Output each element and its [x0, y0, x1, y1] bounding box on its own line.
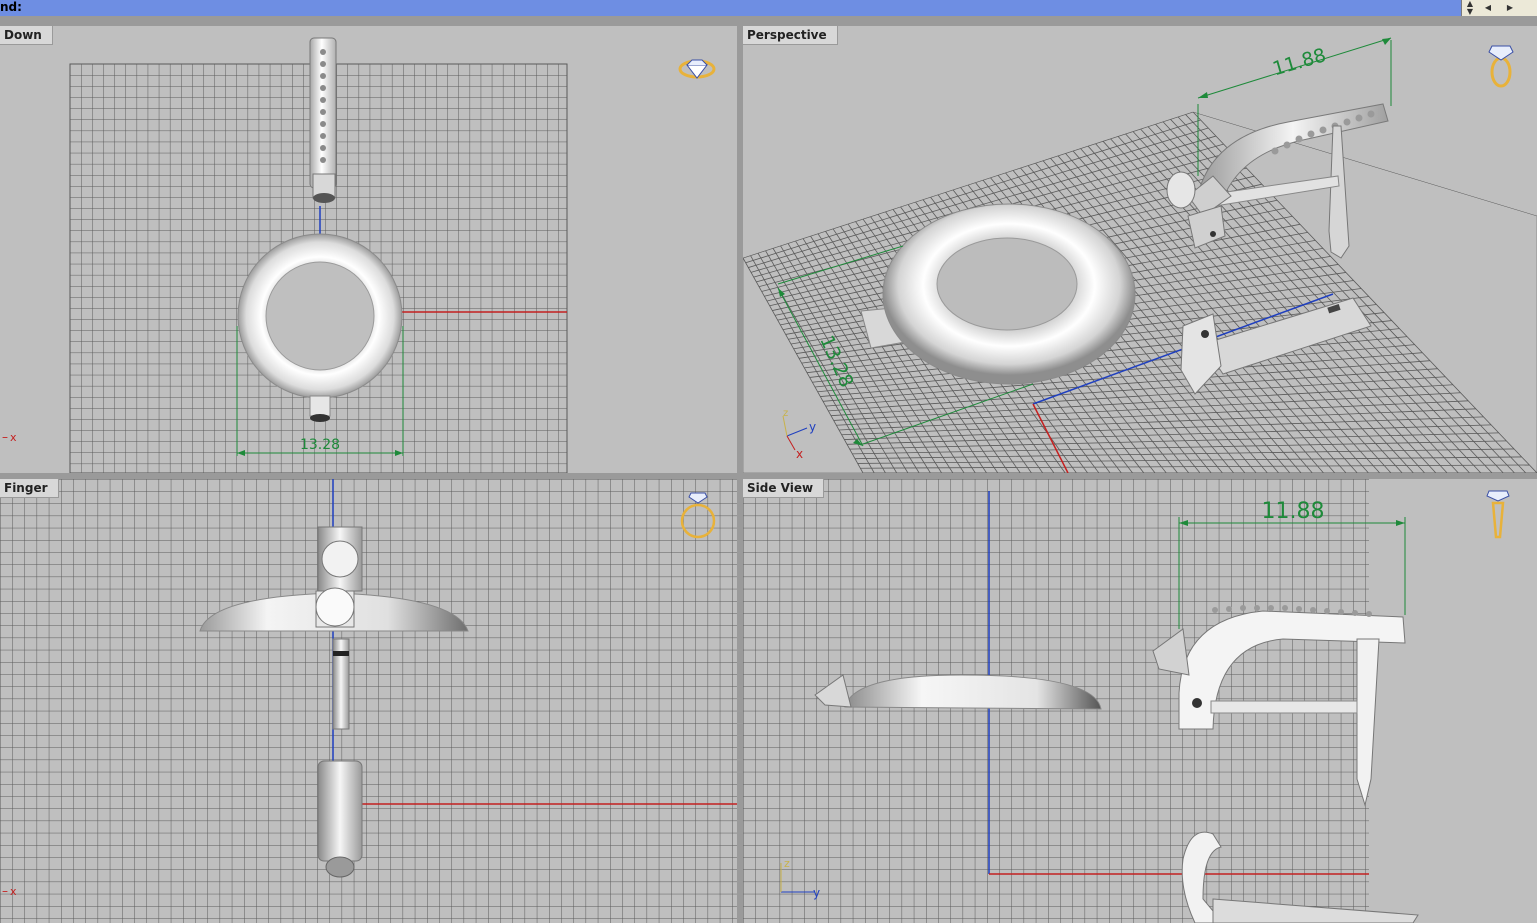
viewport-perspective-canvas[interactable]: 11.88 13.28 y x z: [743, 26, 1537, 473]
gem-side-icon[interactable]: [1486, 490, 1510, 539]
ring-side-icon[interactable]: [1488, 45, 1514, 88]
svg-text:y: y: [809, 420, 816, 434]
viewport-title-perspective[interactable]: Perspective: [743, 26, 838, 45]
dimension-value: 11.88: [1270, 44, 1328, 80]
command-label: nd:: [0, 0, 22, 14]
viewport-down[interactable]: 13.28 – x Down: [0, 26, 737, 473]
viewport-title-finger[interactable]: Finger: [0, 479, 59, 498]
svg-text:y: y: [813, 886, 820, 900]
viewport-side-view[interactable]: 11.88 z y Side View: [743, 479, 1537, 923]
scroll-right-button[interactable]: ▶: [1504, 4, 1516, 12]
viewport-perspective[interactable]: 11.88 13.28 y x z Perspective: [743, 26, 1537, 473]
svg-text:x: x: [796, 447, 803, 461]
perspective-grid: [743, 112, 1537, 473]
viewport-finger[interactable]: – x Finger: [0, 479, 737, 923]
dimension-value: 13.28: [300, 437, 340, 453]
world-axis-label: –: [2, 884, 8, 898]
ring-torus-model[interactable]: [860, 203, 1136, 385]
viewport-down-canvas[interactable]: 13.28 – x: [0, 26, 737, 473]
svg-text:z: z: [783, 408, 788, 419]
dimension-value: 11.88: [1262, 499, 1325, 524]
viewport-title-down[interactable]: Down: [0, 26, 53, 45]
construction-grid: [0, 479, 737, 923]
diamond-gem-icon[interactable]: [678, 59, 716, 79]
x-axis-label: x: [10, 431, 17, 444]
viewport-side-view-canvas[interactable]: 11.88 z y: [743, 479, 1537, 923]
viewport-finger-canvas[interactable]: – x: [0, 479, 737, 923]
axis-triad: y x z: [782, 408, 816, 461]
command-bar[interactable]: nd: ▲ ▼ ◀ ▶: [0, 0, 1537, 16]
svg-text:z: z: [784, 857, 790, 870]
prong-bar-model[interactable]: [309, 37, 337, 203]
command-scroll-controls: ▲ ▼ ◀ ▶: [1461, 0, 1537, 16]
prong-arc-model[interactable]: [1166, 103, 1389, 259]
viewport-title-side-view[interactable]: Side View: [743, 479, 825, 498]
world-axis-label: –: [2, 430, 8, 444]
x-axis-label: x: [10, 885, 17, 898]
scroll-down-button[interactable]: ▼: [1464, 8, 1476, 16]
scroll-left-button[interactable]: ◀: [1482, 4, 1494, 12]
